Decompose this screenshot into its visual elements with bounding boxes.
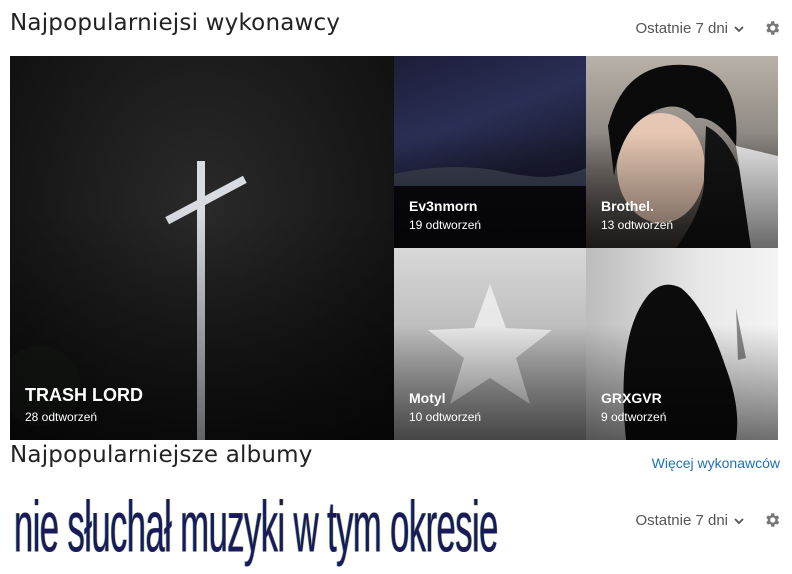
artist-tile[interactable]: Ev3nmorn 19 odtworzeń	[394, 56, 586, 248]
artist-name: TRASH LORD	[25, 385, 143, 405]
period-label: Ostatnie 7 dni	[635, 512, 728, 529]
no-listening-message: nie słuchał muzyki w tym okresie	[14, 485, 498, 568]
chevron-down-icon	[734, 25, 744, 32]
period-dropdown-albums[interactable]: Ostatnie 7 dni	[635, 512, 744, 529]
artist-tile[interactable]: TRASH LORD 28 odtworzeń	[10, 56, 394, 440]
period-label: Ostatnie 7 dni	[635, 20, 728, 37]
top-artists-title: Najpopularniejsi wykonawcy	[10, 10, 341, 36]
artists-grid: TRASH LORD 28 odtworzeń Ev3nmorn 19 odtw…	[10, 56, 778, 440]
artist-plays: 19 odtworzeń	[409, 218, 482, 232]
chevron-down-icon	[734, 517, 744, 524]
gear-icon[interactable]	[763, 511, 781, 529]
period-dropdown-artists[interactable]: Ostatnie 7 dni	[635, 20, 744, 37]
gear-icon[interactable]	[763, 19, 781, 37]
artist-plays: 28 odtworzeń	[25, 410, 98, 424]
artist-tile[interactable]: Brothel. 13 odtworzeń	[586, 56, 778, 248]
more-artists-link[interactable]: Więcej wykonawców	[652, 455, 780, 471]
artist-name: Ev3nmorn	[409, 198, 478, 214]
artist-tile[interactable]: GRXGVR 9 odtworzeń	[586, 248, 778, 440]
artist-tile[interactable]: Motyl 10 odtworzeń	[394, 248, 586, 440]
artist-name: GRXGVR	[601, 390, 662, 406]
artist-name: Motyl	[409, 390, 446, 406]
artist-plays: 13 odtworzeń	[601, 218, 674, 232]
artist-plays: 9 odtworzeń	[601, 410, 667, 424]
artist-name: Brothel.	[601, 198, 654, 214]
artist-plays: 10 odtworzeń	[409, 410, 482, 424]
top-albums-title: Najpopularniejsze albumy	[10, 442, 313, 468]
